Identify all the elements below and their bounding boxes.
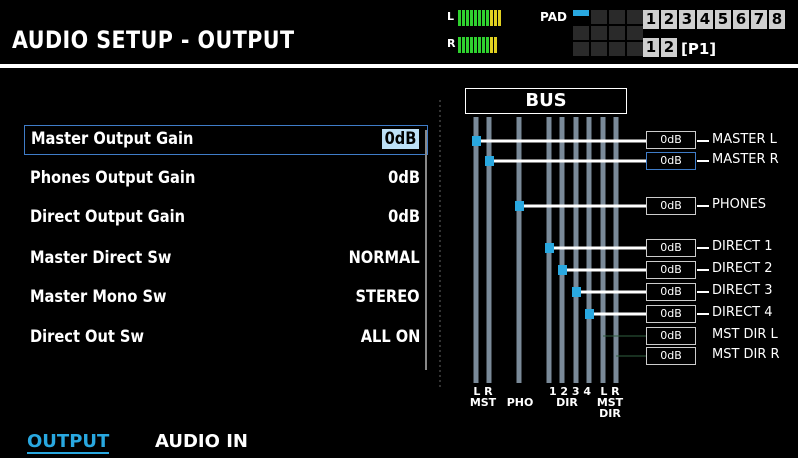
output-label-phones: PHONES [712, 197, 767, 212]
column-label-mst: MST [469, 396, 497, 409]
column-label-mstdir-dir: DIR [599, 407, 621, 420]
output-label-mst-dir-l: MST DIR L [712, 327, 778, 342]
column-label-dir: DIR [556, 396, 578, 409]
output-label-master-l: MASTER L [712, 132, 777, 147]
output-label-direct-2: DIRECT 2 [712, 261, 773, 276]
node-direct-2 [558, 265, 567, 275]
gain-chip-direct-3: 0dB [646, 283, 696, 301]
gain-chip-direct-1: 0dB [646, 239, 696, 257]
output-connectors [697, 140, 709, 315]
node-direct-3 [572, 287, 581, 297]
output-label-mst-dir-r: MST DIR R [712, 347, 780, 362]
tab-bar: OUTPUT AUDIO IN [0, 422, 798, 458]
output-label-direct-4: DIRECT 4 [712, 305, 773, 320]
node-phones [515, 201, 524, 211]
tab-output[interactable]: OUTPUT [27, 431, 110, 454]
node-direct-1 [545, 243, 554, 253]
bus-sends-inactive [603, 335, 646, 357]
gain-chip-direct-4: 0dB [646, 305, 696, 323]
gain-chip-master-r: 0dB [646, 152, 696, 170]
output-label-direct-1: DIRECT 1 [712, 239, 773, 254]
gain-chip-mst-dir-l: 0dB [646, 327, 696, 345]
bus-routing-diagram [439, 100, 709, 390]
gain-chip-phones: 0dB [646, 197, 696, 215]
output-label-master-r: MASTER R [712, 152, 779, 167]
gain-chip-master-l: 0dB [646, 131, 696, 149]
gain-chip-mst-dir-r: 0dB [646, 347, 696, 365]
node-master-r [485, 156, 494, 166]
output-label-direct-3: DIRECT 3 [712, 283, 773, 298]
bus-label: BUS [465, 88, 627, 114]
node-master-l [472, 136, 481, 146]
node-direct-4 [585, 309, 594, 319]
audio-setup-output-screen: AUDIO SETUP - OUTPUT L R PAD 1 2 3 4 5 6… [0, 0, 798, 458]
gain-chip-direct-2: 0dB [646, 261, 696, 279]
column-label-pho: PHO [506, 396, 534, 409]
tab-audio-in[interactable]: AUDIO IN [155, 431, 248, 452]
